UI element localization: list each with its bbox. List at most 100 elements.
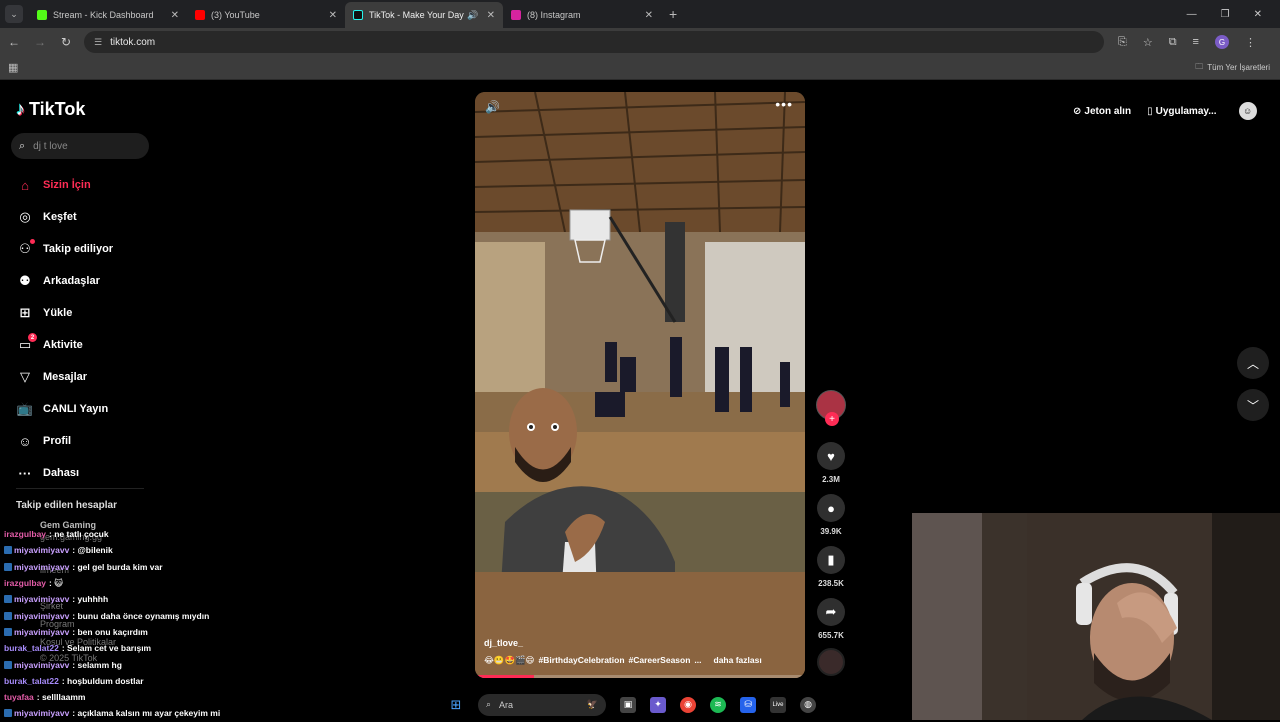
close-tab-icon[interactable]: ✕ — [171, 10, 179, 21]
speaker-icon[interactable]: 🔊 — [467, 10, 478, 21]
tab-tiktok[interactable]: TikTok - Make Your Day 🔊 ✕ — [345, 2, 503, 28]
see-more-link[interactable]: daha fazlası — [714, 655, 762, 666]
chat-username[interactable]: miyavimiyavv — [14, 660, 69, 670]
forward-icon[interactable]: → — [28, 35, 52, 49]
new-tab-button[interactable]: + — [669, 6, 677, 22]
chat-badge-icon — [4, 546, 12, 555]
browser-tab-bar: ⌄ Stream - Kick Dashboard ✕ (3) YouTube … — [0, 0, 1280, 28]
menu-item-messages[interactable]: ▽ Mesajlar — [16, 361, 113, 393]
tab-search-button[interactable]: ⌄ — [5, 5, 23, 23]
bookmark-icon[interactable]: ▮ — [817, 546, 845, 574]
live-app-icon[interactable]: Live — [770, 696, 786, 713]
all-bookmarks-button[interactable]: 🗀 Tüm Yer İşaretleri — [1195, 61, 1280, 75]
install-app-icon[interactable]: ⎘ — [1118, 36, 1127, 49]
tab-kick[interactable]: Stream - Kick Dashboard ✕ — [29, 2, 187, 28]
share-action[interactable]: ➦ 655.7K — [817, 598, 845, 640]
menu-item-live[interactable]: 📺 CANLI Yayın — [16, 393, 113, 425]
chat-username[interactable]: miyavimiyavv — [14, 708, 69, 718]
browser-menu-icon[interactable]: ⋮ — [1245, 36, 1256, 49]
menu-item-upload[interactable]: ⊞ Yükle — [16, 297, 113, 329]
hashtag-link[interactable]: #CareerSeason — [629, 655, 691, 666]
menu-item-following[interactable]: ⚇ Takip ediliyor — [16, 233, 113, 265]
chat-message: burak_talat22: Selam cet ve barışım — [4, 640, 264, 656]
tiktok-logo[interactable]: ♪ TikTok — [16, 99, 85, 120]
chat-username[interactable]: irazgulbay — [4, 578, 46, 588]
chat-username[interactable]: burak_talat22 — [4, 643, 59, 653]
obs-icon[interactable]: ◍ — [800, 696, 816, 713]
music-disc-icon[interactable] — [817, 648, 845, 676]
menu-item-friends[interactable]: ⚉ Arkadaşlar — [16, 265, 113, 297]
comment-icon[interactable]: ● — [817, 494, 845, 522]
store-icon[interactable]: ⛁ — [740, 696, 756, 713]
search-input[interactable]: ⌕ dj t love — [11, 133, 149, 159]
close-tab-icon[interactable]: ✕ — [487, 10, 495, 21]
menu-item-for-you[interactable]: ⌂ Sizin İçin — [16, 169, 113, 201]
chat-badge-icon — [4, 709, 12, 718]
apps-grid-icon[interactable]: ▦ — [8, 61, 18, 74]
follow-plus-icon[interactable]: + — [825, 412, 839, 426]
next-video-button[interactable]: ﹀ — [1237, 389, 1269, 421]
chat-message: miyavimiyavv: selamm hg — [4, 656, 264, 672]
user-avatar[interactable]: ☺ — [1238, 102, 1257, 120]
video-author[interactable]: dj_tlove_ — [484, 638, 523, 648]
creator-avatar[interactable]: + — [816, 390, 846, 426]
menu-label: Dahası — [43, 467, 80, 479]
like-action[interactable]: ♥ 2.3M — [817, 442, 845, 484]
chat-text: : bunu daha önce oynamış mıydın — [72, 610, 210, 621]
chat-username[interactable]: irazgulbay — [4, 529, 46, 539]
previous-video-button[interactable]: ︿ — [1237, 347, 1269, 379]
chat-username[interactable]: miyavimiyavv — [14, 594, 69, 604]
close-tab-icon[interactable]: ✕ — [329, 10, 337, 21]
chat-text: : @bilenik — [72, 545, 113, 556]
minimize-icon[interactable]: — — [1187, 9, 1197, 20]
chat-username[interactable]: miyavimiyavv — [14, 627, 69, 637]
menu-item-activity[interactable]: ▭ 2 Aktivite — [16, 329, 113, 361]
heart-icon[interactable]: ♥ — [817, 442, 845, 470]
tab-instagram[interactable]: (8) Instagram ✕ — [503, 2, 661, 28]
chat-text: : ben onu kaçırdım — [72, 626, 148, 637]
bookmark-star-icon[interactable]: ☆ — [1143, 36, 1153, 49]
spotify-icon[interactable]: ≋ — [710, 696, 726, 713]
hashtag-link[interactable]: #BirthdayCelebration — [539, 655, 625, 666]
back-icon[interactable]: ← — [2, 35, 26, 49]
youtube-icon — [195, 10, 205, 20]
chrome-icon[interactable]: ◉ — [680, 696, 696, 713]
extensions-icon[interactable]: ⧉ — [1169, 36, 1177, 49]
taskbar-search-label: Ara — [499, 699, 514, 710]
copilot-icon[interactable]: ✦ — [650, 696, 666, 713]
chat-username[interactable]: miyavimiyavv — [14, 545, 69, 555]
volume-icon[interactable]: 🔊 — [485, 100, 500, 114]
chat-text: : sellllaamm — [36, 692, 86, 703]
taskbar: ⊞ ⌕ Ara 🦅 ▣ ✦ ◉ ≋ ⛁ Live ◍ — [448, 689, 816, 720]
comment-action[interactable]: ● 39.9K — [817, 494, 845, 536]
video-progress-bar[interactable] — [475, 675, 805, 678]
menu-item-explore[interactable]: ◎ Keşfet — [16, 201, 113, 233]
task-view-icon[interactable]: ▣ — [620, 696, 636, 713]
restore-icon[interactable]: ❐ — [1221, 9, 1230, 20]
chat-username[interactable]: miyavimiyavv — [14, 611, 69, 621]
site-info-icon[interactable]: ☰ — [94, 37, 102, 48]
chat-username[interactable]: tuyafaa — [4, 692, 34, 702]
chat-username[interactable]: burak_talat22 — [4, 676, 59, 686]
url-field[interactable]: ☰ tiktok.com — [84, 31, 1104, 53]
share-icon[interactable]: ➦ — [817, 598, 845, 626]
get-coins-button[interactable]: ⊘ Jeton alın — [1073, 106, 1131, 117]
save-action[interactable]: ▮ 238.5K — [817, 546, 845, 588]
more-options-icon[interactable]: ••• — [775, 96, 793, 112]
kick-icon — [37, 10, 47, 20]
windows-start-icon[interactable]: ⊞ — [448, 697, 464, 713]
menu-item-more[interactable]: ··· Dahası — [16, 457, 113, 489]
chat-username[interactable]: miyavimiyavv — [14, 562, 69, 572]
profile-avatar[interactable]: G — [1214, 35, 1229, 49]
tab-youtube[interactable]: (3) YouTube ✕ — [187, 2, 345, 28]
taskbar-search[interactable]: ⌕ Ara 🦅 — [478, 693, 606, 716]
media-control-icon[interactable]: ≡ — [1193, 36, 1199, 48]
menu-label: Mesajlar — [43, 371, 88, 383]
close-tab-icon[interactable]: ✕ — [645, 10, 653, 21]
bookmarks-bar: ▦ 🗀 Tüm Yer İşaretleri — [0, 56, 1280, 80]
menu-item-profile[interactable]: ☺ Profil — [16, 425, 113, 457]
close-window-icon[interactable]: ✕ — [1254, 9, 1262, 20]
video-player[interactable]: 🔊 ••• dj_tlove_ 😂😬🤩🎬😄 #BirthdayCelebrati… — [475, 92, 805, 678]
get-app-button[interactable]: ▯ Uygulamay... — [1147, 106, 1216, 117]
reload-icon[interactable]: ↻ — [54, 35, 78, 49]
